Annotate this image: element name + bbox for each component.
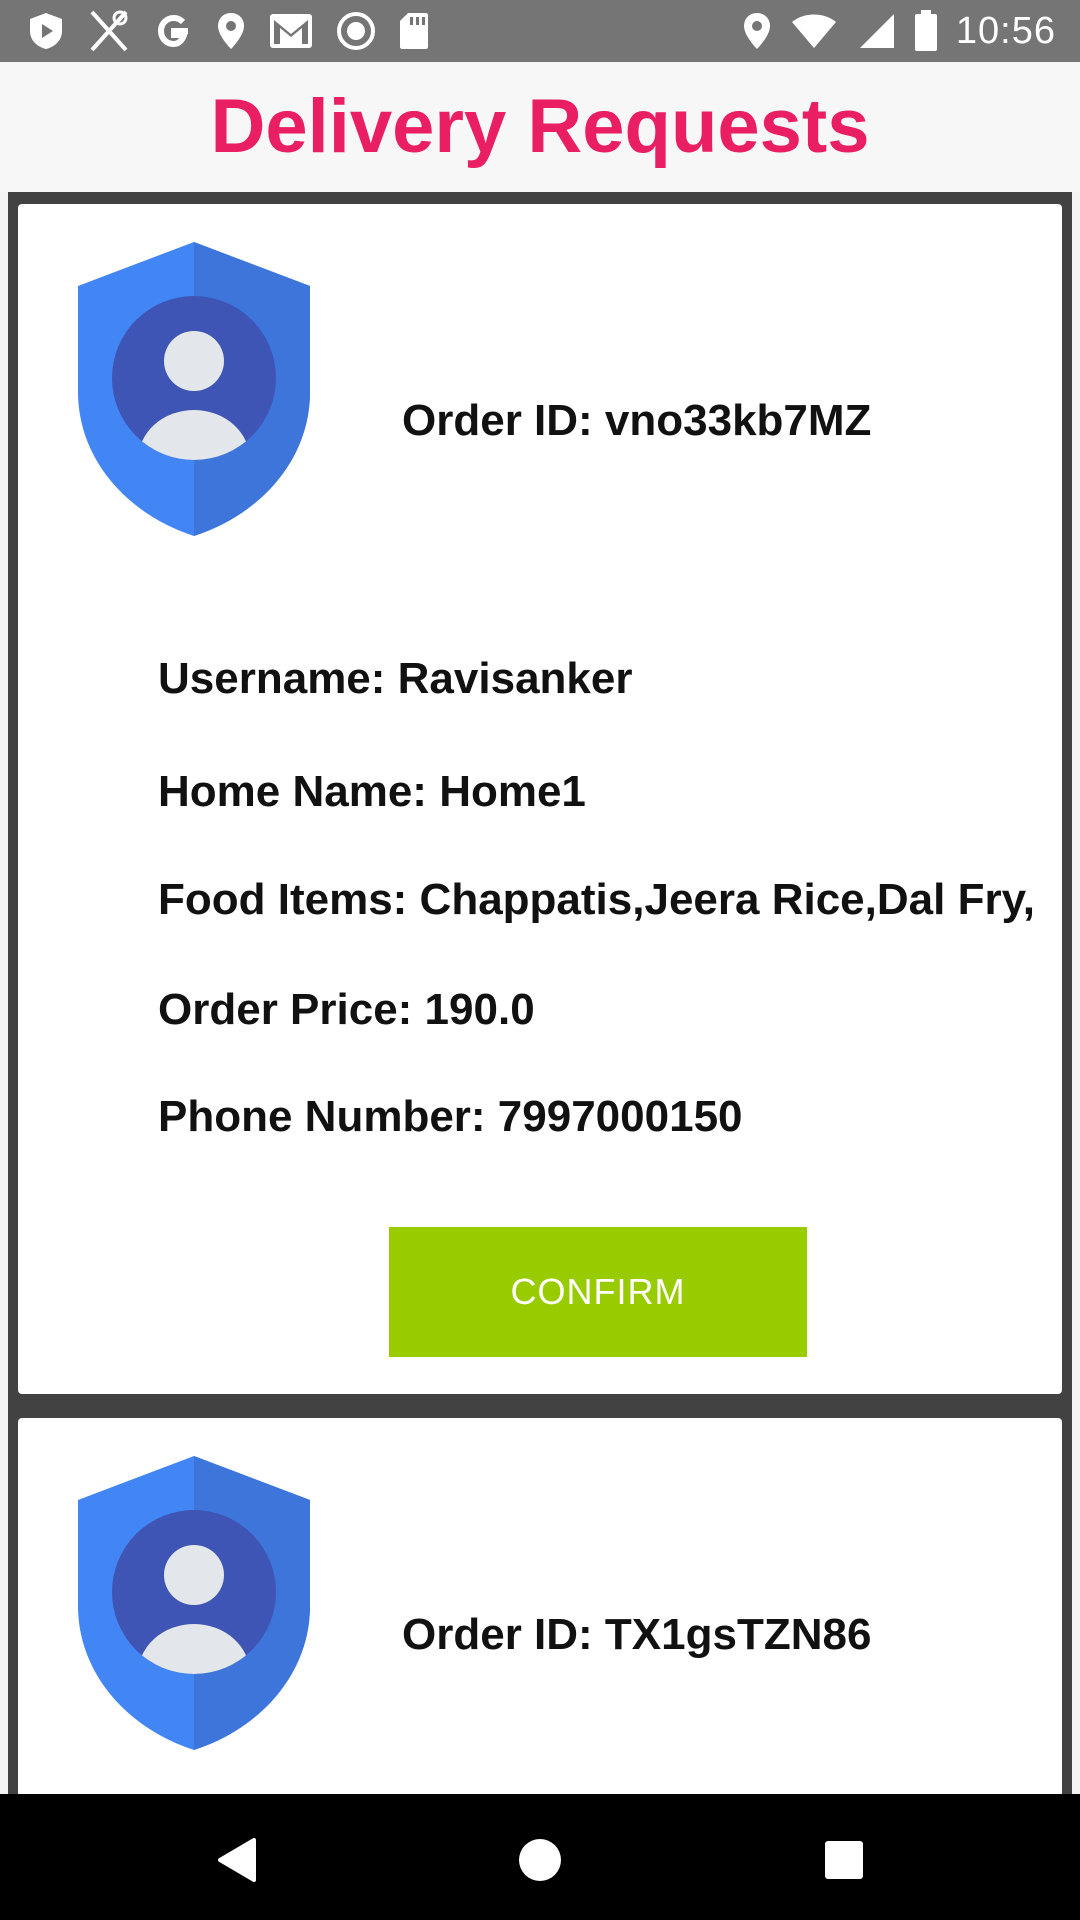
sd-card-icon: [398, 11, 430, 51]
home-icon[interactable]: [510, 1830, 570, 1890]
order-price: Order Price: 190.0: [158, 985, 535, 1034]
delivery-request-card: Order ID: vno33kb7MZ Username: Ravisanke…: [18, 204, 1062, 1394]
order-id: Order ID: vno33kb7MZ: [402, 396, 872, 445]
status-bar: 10:56: [0, 0, 1080, 62]
phone-number: Phone Number: 7997000150: [158, 1092, 743, 1141]
recent-apps-icon[interactable]: [814, 1830, 874, 1890]
signal-icon: [856, 12, 896, 50]
restaurant-icon: [86, 8, 132, 54]
user-shield-icon: [78, 242, 310, 536]
title-bar: Delivery Requests: [0, 62, 1080, 192]
confirm-button[interactable]: CONFIRM: [389, 1227, 807, 1357]
user-shield-icon: [78, 1456, 310, 1750]
google-icon: [154, 11, 194, 51]
page-title: Delivery Requests: [210, 84, 870, 169]
wifi-icon: [790, 12, 838, 50]
record-icon: [336, 11, 376, 51]
clock: 10:56: [955, 9, 1056, 52]
delivery-request-list[interactable]: Order ID: vno33kb7MZ Username: Ravisanke…: [8, 192, 1072, 1794]
location-icon: [216, 11, 246, 51]
delivery-request-card: Order ID: TX1gsTZN86: [18, 1418, 1062, 1794]
home-name: Home Name: Home1: [158, 767, 586, 816]
food-items: Food Items: Chappatis,Jeera Rice,Dal Fry…: [158, 875, 1035, 924]
play-store-icon: [28, 11, 64, 51]
system-icons: 10:56: [742, 8, 1056, 54]
order-id: Order ID: TX1gsTZN86: [402, 1610, 872, 1659]
username: Username: Ravisanker: [158, 654, 633, 703]
location-icon: [742, 11, 772, 51]
navigation-bar: [0, 1794, 1080, 1920]
back-icon[interactable]: [206, 1830, 266, 1890]
notification-icons: [28, 8, 430, 54]
gmail-icon: [268, 12, 314, 50]
battery-icon: [914, 10, 938, 52]
